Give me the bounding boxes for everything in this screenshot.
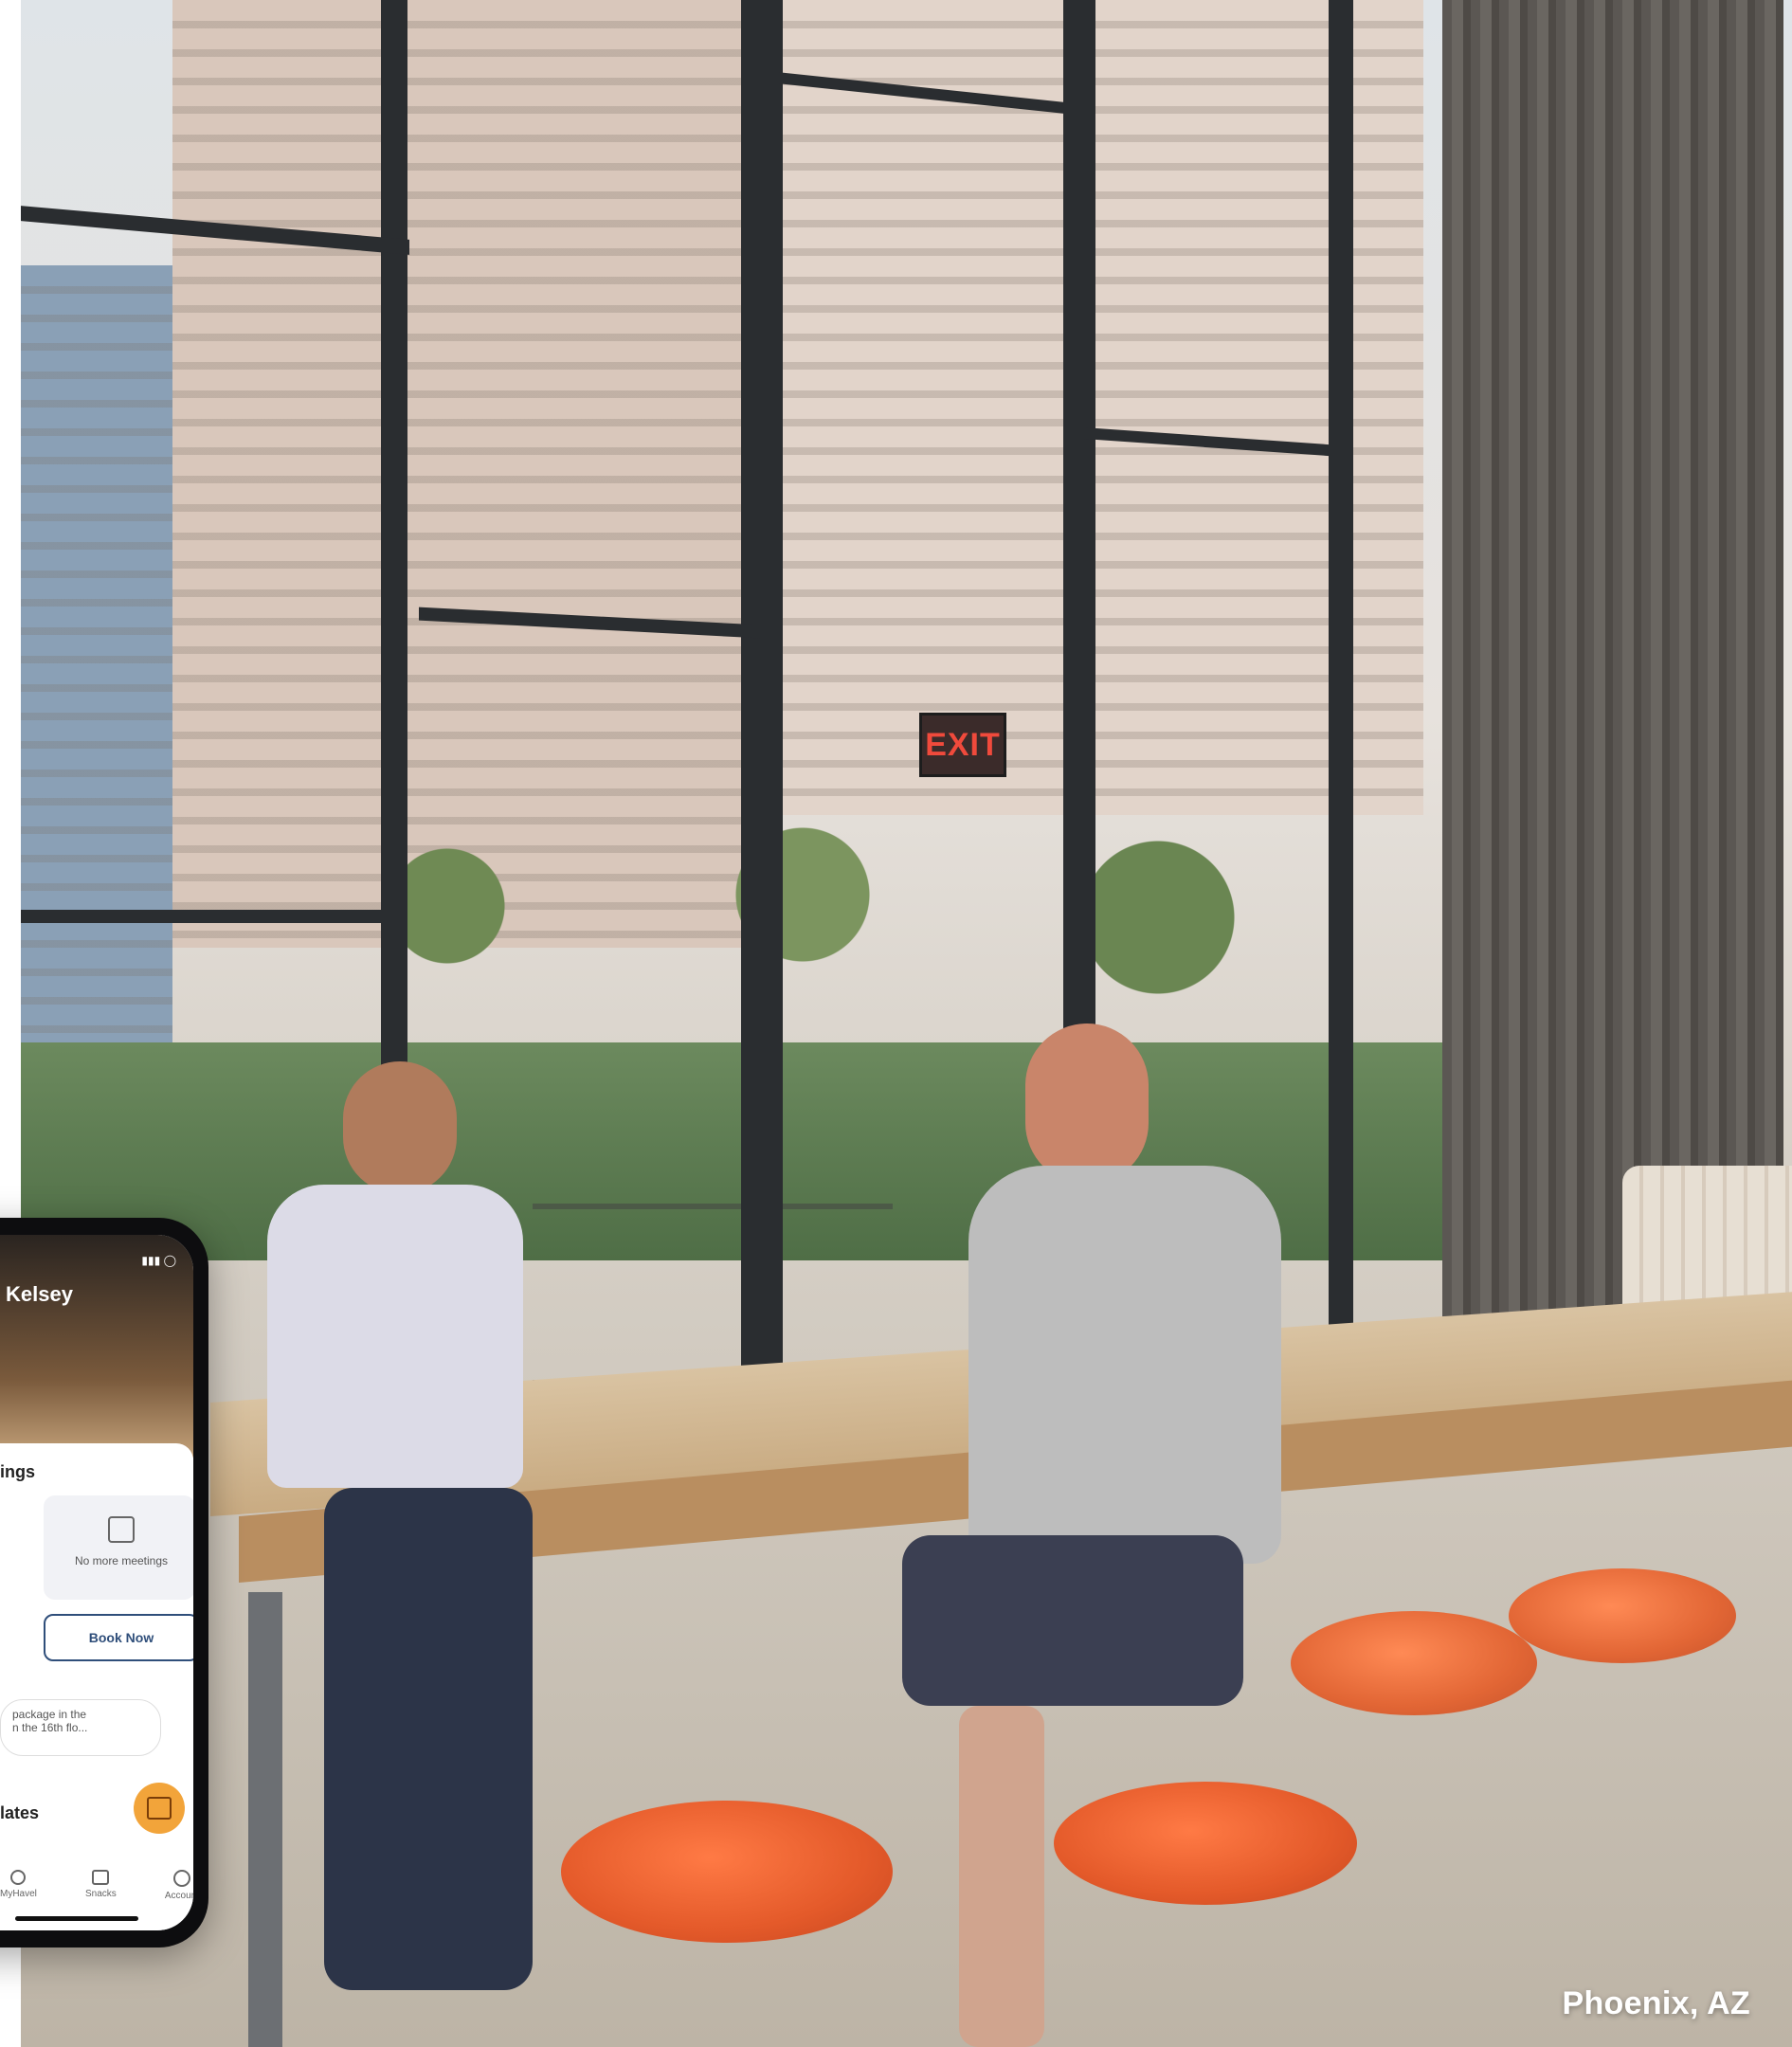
stool-seat (1291, 1611, 1537, 1715)
stone-pillar (1442, 0, 1783, 1346)
phone-status-icons: ▮▮▮ ◯ (141, 1254, 176, 1267)
stool-seat (561, 1801, 893, 1943)
phone-content-card: ings No more meetings Book Now package i… (0, 1443, 193, 1930)
trees (21, 815, 1442, 1042)
phone-meetings-status: No more meetings (74, 1554, 169, 1567)
location-caption: Phoenix, AZ (1562, 1985, 1750, 2021)
phone-package-notice: package in the n the 16th flo... (0, 1699, 161, 1756)
phone-fab[interactable] (134, 1783, 185, 1834)
stool-seat (1509, 1568, 1736, 1663)
person-left (201, 1061, 542, 1990)
phone-hero-image: Kelsey ▮▮▮ ◯ (0, 1235, 193, 1458)
window-transom (21, 910, 400, 923)
window-mullion (741, 0, 783, 1412)
phone-book-button[interactable]: Book Now (44, 1614, 193, 1661)
phone-nav-item[interactable]: Account (165, 1870, 193, 1901)
phone-nav-label: MyHavel (0, 1889, 37, 1899)
phone-nav-item[interactable]: MyHavel (0, 1870, 37, 1901)
phone-nav-label: Account (164, 1891, 193, 1901)
phone-section-meetings: ings (0, 1462, 36, 1481)
phone-mockup: Kelsey ▮▮▮ ◯ ings No more meetings Book … (0, 1218, 208, 1947)
account-icon (172, 1870, 190, 1887)
phone-bottom-nav: MyHavel Snacks Account (0, 1870, 193, 1901)
stool-seat (1054, 1782, 1357, 1905)
exit-sign: EXIT (919, 713, 1006, 777)
workspace-photo: EXIT (21, 0, 1792, 2047)
phone-nav-label: Snacks (84, 1889, 117, 1899)
phone-meeting-card: No more meetings (44, 1495, 193, 1600)
calendar-icon (108, 1516, 135, 1543)
cup-icon (92, 1870, 110, 1885)
building-center (172, 0, 760, 948)
phone-book-button-label: Book Now (88, 1630, 154, 1645)
location-icon (10, 1870, 27, 1885)
phone-screen: Kelsey ▮▮▮ ◯ ings No more meetings Book … (0, 1235, 193, 1930)
phone-greeting: Kelsey (6, 1282, 73, 1306)
phone-nav-item[interactable]: Snacks (85, 1870, 117, 1901)
exit-sign-text: EXIT (925, 726, 1001, 763)
home-indicator (15, 1916, 138, 1921)
calendar-icon (147, 1797, 172, 1820)
marketing-photo: EXIT Kelsey ▮▮▮ ◯ ings No more meetings … (0, 0, 1792, 2047)
phone-section-updates: lates (0, 1803, 40, 1822)
phone-package-text: package in the n the 16th flo... (12, 1708, 88, 1734)
